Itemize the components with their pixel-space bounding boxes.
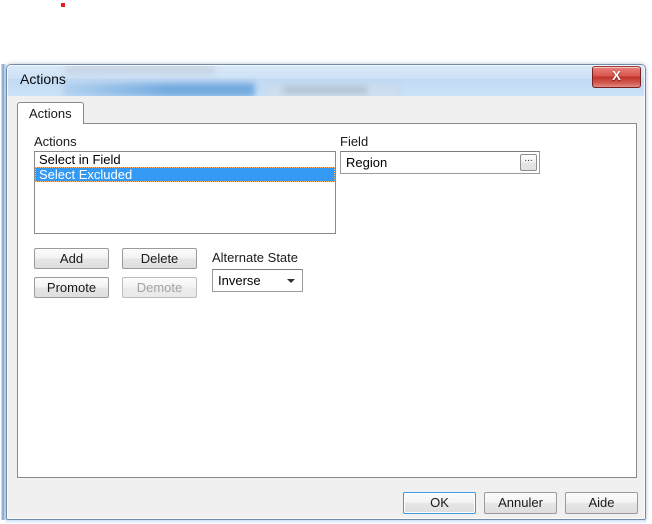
alternate-state-value: Inverse bbox=[218, 273, 261, 288]
field-label: Field bbox=[340, 134, 369, 149]
list-item[interactable]: Select in Field bbox=[35, 152, 335, 167]
ellipsis-icon[interactable]: ... bbox=[520, 154, 537, 171]
promote-button[interactable]: Promote bbox=[34, 277, 109, 298]
list-item[interactable]: Select Excluded bbox=[35, 167, 335, 182]
field-input[interactable]: Region ... bbox=[340, 151, 540, 174]
actions-list-label: Actions bbox=[34, 134, 77, 149]
window-bottom-glow bbox=[6, 520, 646, 524]
glass-ghost-selected-row bbox=[63, 83, 255, 96]
dialog-footer: OK Annuler Aide bbox=[7, 482, 645, 519]
cancel-button[interactable]: Annuler bbox=[484, 492, 557, 514]
glass-ghost-button-label bbox=[283, 87, 367, 93]
alternate-state-label: Alternate State bbox=[212, 250, 298, 265]
dialog-body: Actions Actions Select in Field Select E… bbox=[7, 96, 645, 519]
close-x-glyph: X bbox=[612, 68, 621, 83]
actions-listbox[interactable]: Select in Field Select Excluded bbox=[34, 151, 336, 234]
add-button[interactable]: Add bbox=[34, 248, 109, 269]
tabstrip: Actions bbox=[17, 102, 637, 124]
tab-actions[interactable]: Actions bbox=[17, 102, 84, 124]
alternate-state-select[interactable]: Inverse bbox=[212, 269, 303, 292]
help-button[interactable]: Aide bbox=[565, 492, 638, 514]
tab-panel-actions: Actions Select in Field Select Excluded … bbox=[17, 123, 637, 478]
delete-button[interactable]: Delete bbox=[122, 248, 197, 269]
dialog-titlebar[interactable]: Actions X bbox=[7, 65, 645, 96]
ok-button[interactable]: OK bbox=[403, 492, 476, 514]
glass-ghost-text bbox=[65, 65, 215, 74]
glass-ghost-button bbox=[265, 84, 399, 96]
actions-dialog: Actions X Actions Actions Select in Fiel… bbox=[6, 64, 646, 520]
demote-button: Demote bbox=[122, 277, 197, 298]
chevron-down-icon[interactable] bbox=[287, 279, 295, 283]
field-input-value: Region bbox=[346, 155, 388, 170]
dialog-title: Actions bbox=[20, 71, 66, 87]
close-icon[interactable]: X bbox=[592, 66, 641, 88]
red-marker-dot bbox=[60, 2, 66, 8]
screen: Actions X Actions Actions Select in Fiel… bbox=[0, 0, 652, 524]
